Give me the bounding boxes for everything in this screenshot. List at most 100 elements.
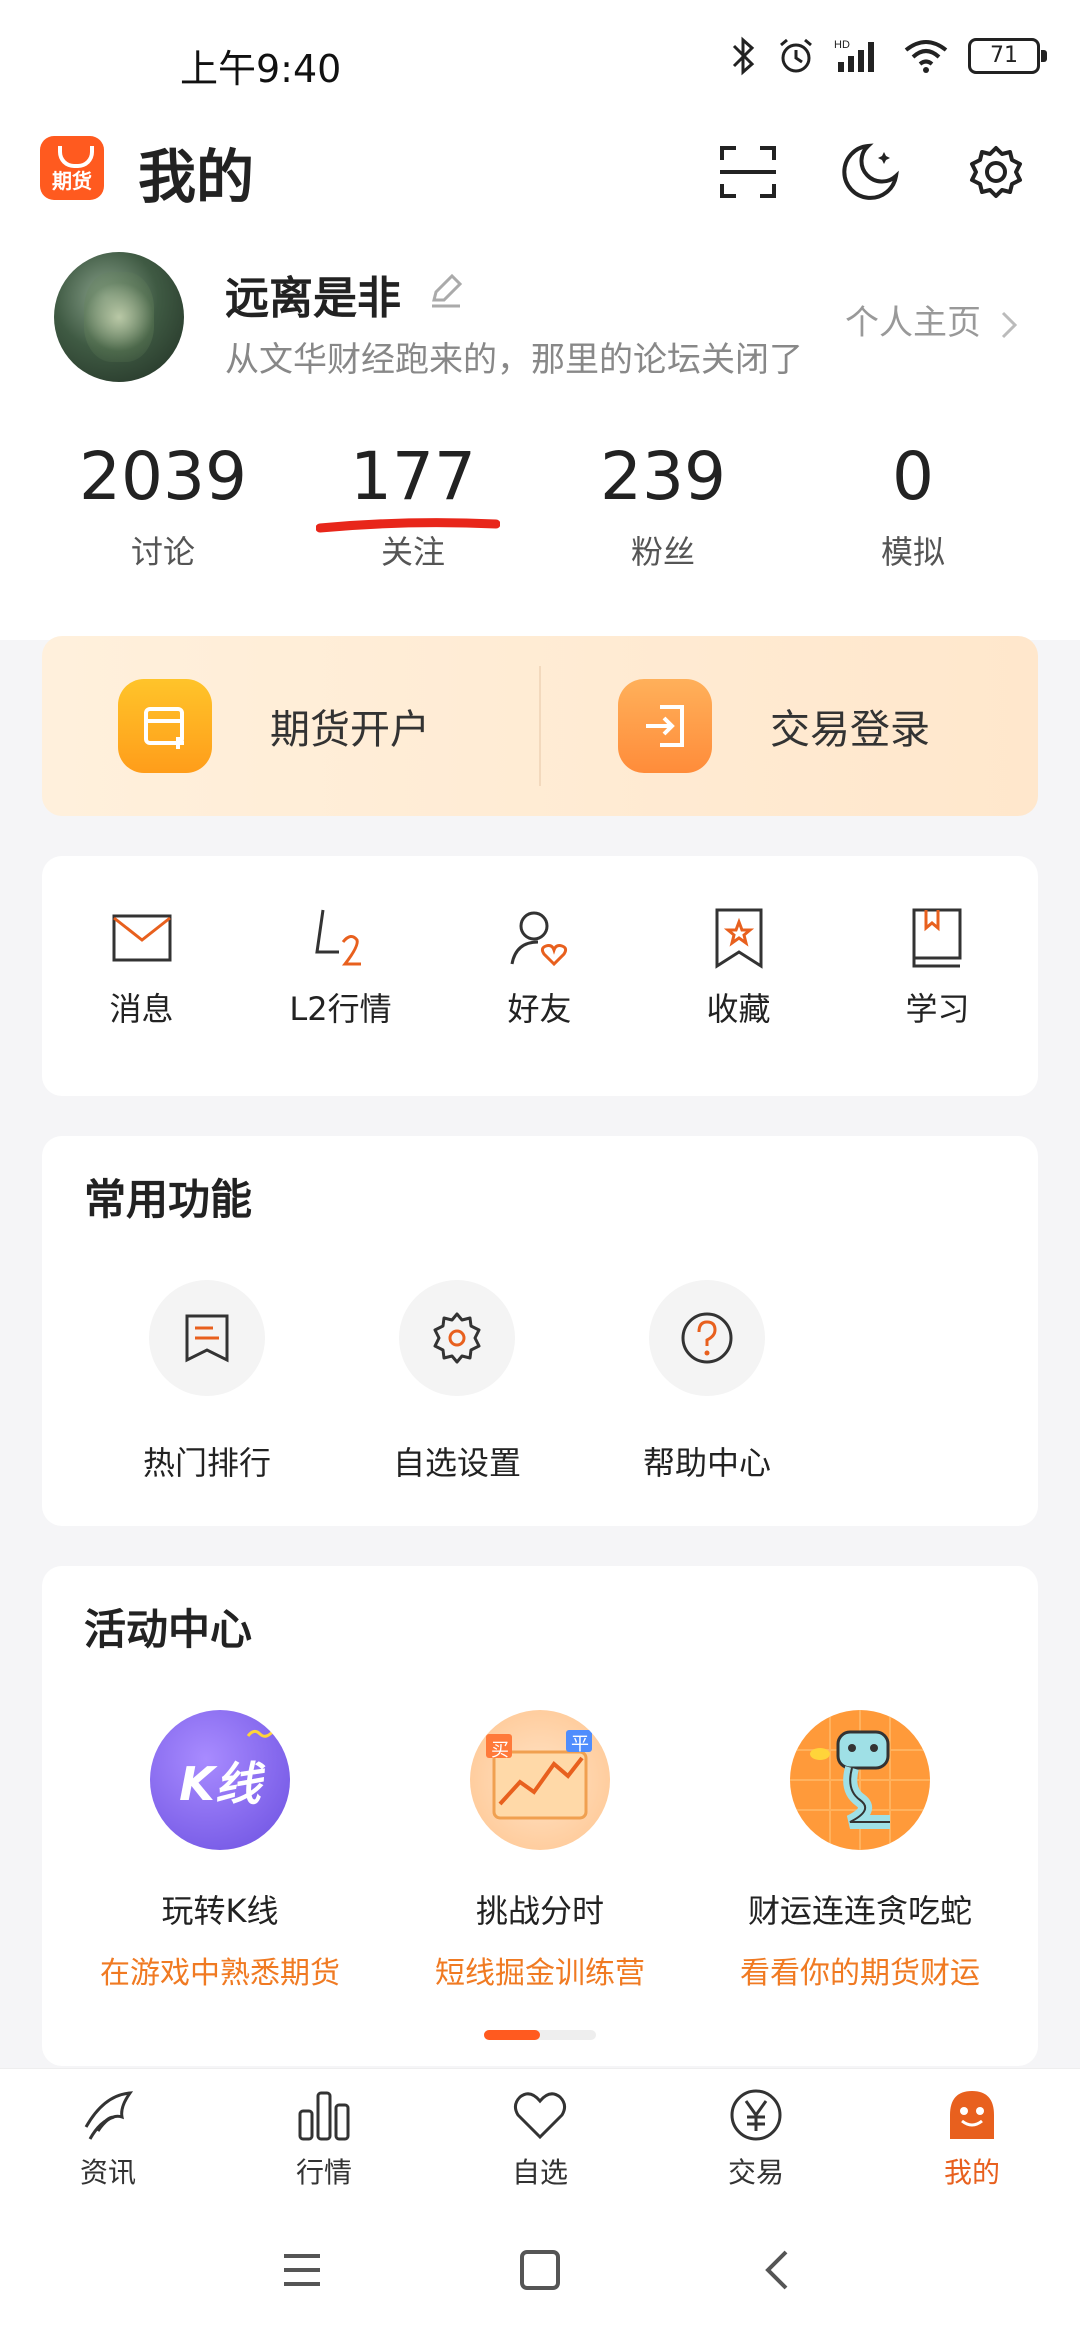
- alarm-icon: [780, 38, 812, 73]
- activity-subtitle: 短线掘金训练营: [435, 1956, 645, 1991]
- function-watchlist-settings[interactable]: 自选设置: [332, 1280, 582, 1484]
- quick-item-label: 收藏: [706, 990, 771, 1028]
- activity-title: 财运连连贪吃蛇: [747, 1892, 972, 1930]
- quick-item-friends[interactable]: 好友: [440, 856, 639, 1096]
- function-label: 自选设置: [392, 1444, 521, 1482]
- scan-icon[interactable]: [716, 140, 780, 204]
- stat-fans[interactable]: 239 粉丝: [538, 438, 788, 573]
- page-header: 期货 我的: [0, 120, 1080, 240]
- trade-login-label: 交易登录: [770, 707, 930, 753]
- news-icon: [84, 2091, 134, 2140]
- quick-items-card: 消息 L2行情 好友 收藏 学习: [42, 856, 1038, 1096]
- activity-title: 挑战分时: [475, 1892, 604, 1930]
- settings-icon[interactable]: [964, 140, 1028, 204]
- common-functions-card: 常用功能 热门排行 自选设置 帮助中心: [42, 1136, 1038, 1526]
- help-icon: [649, 1280, 765, 1396]
- stat-label: 模拟: [880, 533, 945, 571]
- function-label: 热门排行: [142, 1444, 271, 1482]
- tab-label: 交易: [727, 2156, 784, 2189]
- me-icon: [950, 2091, 994, 2139]
- homepage-label: 个人主页: [845, 303, 981, 343]
- function-hot-ranking[interactable]: 热门排行: [82, 1280, 332, 1484]
- home-icon[interactable]: [518, 2248, 562, 2292]
- menu-icon[interactable]: [280, 2248, 324, 2292]
- activity-kline-game[interactable]: K线 玩转K线 在游戏中熟悉期货: [60, 1710, 380, 1992]
- back-icon[interactable]: [756, 2248, 800, 2292]
- account-actions-card: 期货开户 交易登录: [42, 636, 1038, 816]
- user-bio: 从文华财经跑来的，那里的论坛关闭了: [225, 340, 803, 380]
- tab-label: 自选: [511, 2156, 568, 2189]
- function-help-center[interactable]: 帮助中心: [582, 1280, 832, 1484]
- avatar[interactable]: [54, 252, 184, 382]
- status-icons: HD 71: [730, 36, 1047, 76]
- night-mode-icon[interactable]: [838, 140, 902, 204]
- snake-game-image: [790, 1710, 930, 1850]
- bookmark-icon: [715, 908, 762, 969]
- squiggle-icon: [246, 1729, 276, 1738]
- quick-item-label: 学习: [905, 990, 970, 1028]
- quick-item-l2[interactable]: L2行情: [241, 856, 440, 1096]
- kline-badge: K线: [179, 1757, 261, 1811]
- homepage-link[interactable]: 个人主页: [845, 295, 1019, 344]
- profile-section: 远离是非 从文华财经跑来的，那里的论坛关闭了 个人主页 2039 讨论 177 …: [0, 240, 1080, 640]
- carousel-indicator-active: [484, 2030, 540, 2040]
- page-title: 我的: [138, 143, 255, 211]
- bluetooth-icon: [732, 36, 755, 76]
- ranking-icon: [149, 1280, 265, 1396]
- stat-value: 177: [350, 438, 476, 515]
- open-account-icon: [118, 679, 212, 773]
- tab-label: 资讯: [79, 2156, 136, 2189]
- quick-item-label: L2行情: [289, 990, 392, 1028]
- stat-value: 239: [600, 438, 726, 515]
- activity-title: 玩转K线: [161, 1892, 279, 1930]
- tab-label: 我的: [943, 2156, 1000, 2189]
- svg-text:HD: HD: [834, 39, 850, 51]
- stat-value: 0: [892, 438, 934, 515]
- tab-market[interactable]: 行情: [216, 2087, 432, 2191]
- tab-watchlist[interactable]: 自选: [432, 2087, 648, 2191]
- app-logo: 期货: [40, 136, 104, 200]
- trade-login-button[interactable]: 交易登录: [618, 636, 930, 816]
- kline-game-image: K线: [150, 1710, 290, 1850]
- book-icon: [912, 908, 961, 968]
- activity-subtitle: 看看你的期货财运: [740, 1956, 980, 1991]
- heart-icon: [513, 2092, 567, 2140]
- edit-icon[interactable]: [428, 272, 464, 308]
- l2-icon: [314, 909, 361, 966]
- activity-subtitle: 在游戏中熟悉期货: [100, 1956, 340, 1991]
- tab-me[interactable]: 我的: [864, 2087, 1080, 2191]
- system-nav-bar: [0, 2208, 1080, 2340]
- close-badge: 平: [571, 1734, 589, 1755]
- activity-timeshare-challenge[interactable]: 买 平 挑战分时 短线掘金训练营: [380, 1710, 700, 1992]
- section-title: 常用功能: [84, 1175, 253, 1224]
- open-account-label: 期货开户: [270, 707, 430, 753]
- activity-center-card: 活动中心 K线 玩转K线 在游戏中熟悉期货 买 平 挑战分时 短线掘金训练营 财…: [42, 1566, 1038, 2066]
- bottom-tab-bar: 资讯 行情 自选 交易 我的: [0, 2068, 1080, 2209]
- stat-value: 2039: [79, 438, 247, 515]
- function-label: 帮助中心: [642, 1444, 771, 1482]
- stat-label: 讨论: [130, 533, 195, 571]
- quick-item-favorites[interactable]: 收藏: [639, 856, 838, 1096]
- stat-label: 粉丝: [630, 533, 695, 571]
- login-icon: [618, 679, 712, 773]
- stat-discussion[interactable]: 2039 讨论: [38, 438, 288, 573]
- tab-news[interactable]: 资讯: [0, 2087, 216, 2191]
- gear-icon: [399, 1280, 515, 1396]
- open-account-button[interactable]: 期货开户: [118, 636, 430, 816]
- quick-item-messages[interactable]: 消息: [42, 856, 241, 1096]
- quick-item-label: 好友: [507, 990, 572, 1028]
- tab-label: 行情: [295, 2156, 352, 2189]
- chart-icon: [298, 2091, 350, 2141]
- quick-item-study[interactable]: 学习: [838, 856, 1037, 1096]
- tab-trade[interactable]: 交易: [648, 2087, 864, 2191]
- activity-snake-game[interactable]: 财运连连贪吃蛇 看看你的期货财运: [700, 1710, 1020, 1992]
- status-bar: 上午9:40 HD 71: [0, 0, 1080, 120]
- red-underline-annotation: [316, 518, 500, 533]
- carousel-indicator: [484, 2030, 596, 2040]
- user-name: 远离是非: [225, 273, 401, 324]
- status-time: 上午9:40: [180, 47, 342, 91]
- stat-following[interactable]: 177 关注: [288, 438, 538, 573]
- stat-simulation[interactable]: 0 模拟: [788, 438, 1038, 573]
- battery-icon: 71: [968, 38, 1047, 74]
- signal-icon: HD: [834, 39, 874, 72]
